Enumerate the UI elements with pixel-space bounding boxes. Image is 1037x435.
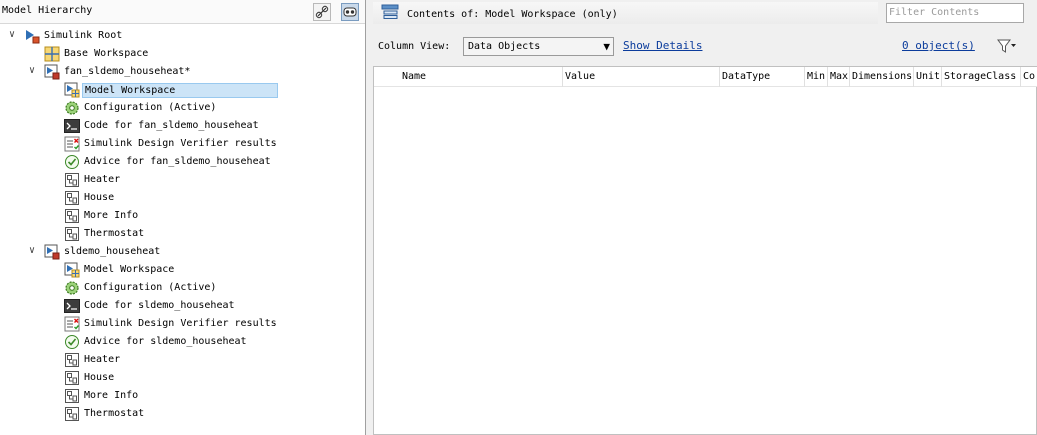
tree-node[interactable]: Thermostat xyxy=(0,225,365,243)
tree-node-label: Thermostat xyxy=(84,228,145,239)
model-icon xyxy=(44,64,60,80)
advice-icon xyxy=(64,334,80,350)
column-header[interactable]: Co xyxy=(1021,67,1037,87)
tree-node[interactable]: ∨ Simulink Root xyxy=(0,27,365,45)
tree-node-label: Configuration (Active) xyxy=(84,282,217,293)
tree-node[interactable]: ∨ sldemo_househeat xyxy=(0,243,365,261)
tree-node[interactable]: More Info xyxy=(0,387,365,405)
column-header[interactable]: Max xyxy=(828,67,850,87)
column-header[interactable]: DataType xyxy=(720,67,805,87)
tree-node[interactable]: Advice for sldemo_househeat xyxy=(0,333,365,351)
tree-node-label: Model Workspace xyxy=(82,83,278,98)
expand-chevron-icon[interactable]: ∨ xyxy=(6,29,18,41)
subsystem-icon xyxy=(64,352,80,368)
subsystem-icon xyxy=(64,226,80,242)
tree-node[interactable]: House xyxy=(0,189,365,207)
tree-node-label: Code for sldemo_househeat xyxy=(84,300,235,311)
model-tree: ∨ Simulink Root Base Workspace ∨ fan_sldemo_… xyxy=(0,27,365,423)
tree-node-label: Advice for sldemo_househeat xyxy=(84,336,247,347)
column-header[interactable]: Unit xyxy=(914,67,942,87)
model-workspace-icon xyxy=(64,82,80,98)
tree-node-label: Advice for fan_sldemo_househeat xyxy=(84,156,271,167)
model-hierarchy-title: Model Hierarchy xyxy=(2,5,93,16)
tree-node-label: More Info xyxy=(84,390,139,401)
contents-pane: Contents of: Model Workspace (only) Filt… xyxy=(367,0,1037,435)
column-view-value: Data Objects xyxy=(468,41,541,52)
subsystem-icon xyxy=(64,370,80,386)
tree-node[interactable]: Heater xyxy=(0,351,365,369)
tree-node-label: fan_sldemo_househeat* xyxy=(64,66,191,77)
tree-node[interactable]: Model Workspace xyxy=(0,81,365,99)
tree-node[interactable]: More Info xyxy=(0,207,365,225)
tree-node-label: Thermostat xyxy=(84,408,145,419)
show-details-link[interactable]: Show Details xyxy=(623,39,702,52)
dropdown-arrow-icon: ▼ xyxy=(603,40,610,53)
tree-node-label: Heater xyxy=(84,174,121,185)
tree-node[interactable]: Code for sldemo_househeat xyxy=(0,297,365,315)
tree-node[interactable]: Thermostat xyxy=(0,405,365,423)
show-masked-icon[interactable] xyxy=(341,3,359,21)
advice-icon xyxy=(64,154,80,170)
subsystem-icon xyxy=(64,388,80,404)
expand-chevron-icon[interactable]: ∨ xyxy=(26,245,38,257)
tree-node[interactable]: Advice for fan_sldemo_househeat xyxy=(0,153,365,171)
model-hierarchy-pane: Model Hierarchy ∨ Simulink Root Base Works… xyxy=(0,0,366,435)
tree-node-label: Simulink Design Verifier results xyxy=(84,138,277,149)
tree-node[interactable]: Model Workspace xyxy=(0,261,365,279)
simulink-root-icon xyxy=(24,28,40,44)
tree-node-label: Simulink Design Verifier results xyxy=(84,318,277,329)
subsystem-icon xyxy=(64,406,80,422)
tree-node-label: House xyxy=(84,192,115,203)
contents-icon xyxy=(381,4,399,23)
tree-node-label: sldemo_househeat xyxy=(64,246,161,257)
column-header[interactable]: Dimensions xyxy=(850,67,914,87)
tree-node[interactable]: Simulink Design Verifier results xyxy=(0,135,365,153)
subsystem-icon xyxy=(64,172,80,188)
tree-node[interactable]: Configuration (Active) xyxy=(0,279,365,297)
model-hierarchy-header: Model Hierarchy xyxy=(0,0,365,24)
tree-node[interactable]: House xyxy=(0,369,365,387)
code-icon xyxy=(64,298,80,314)
tree-node-label: Heater xyxy=(84,354,121,365)
verifier-icon xyxy=(64,136,80,152)
tree-node-label: House xyxy=(84,372,115,383)
tree-node[interactable]: Code for fan_sldemo_househeat xyxy=(0,117,365,135)
tree-node[interactable]: Configuration (Active) xyxy=(0,99,365,117)
subsystem-icon xyxy=(64,208,80,224)
subsystem-icon xyxy=(64,190,80,206)
tree-node-label: Configuration (Active) xyxy=(84,102,217,113)
model-icon xyxy=(44,244,60,260)
tree-node[interactable]: Base Workspace xyxy=(0,45,365,63)
filter-contents-input[interactable]: Filter Contents xyxy=(886,3,1024,23)
column-header[interactable]: Name xyxy=(400,67,563,87)
configuration-icon xyxy=(64,100,80,116)
code-icon xyxy=(64,118,80,134)
contents-title: Contents of: Model Workspace (only) xyxy=(407,9,618,20)
tree-node[interactable]: ∨ fan_sldemo_househeat* xyxy=(0,63,365,81)
column-view-select[interactable]: Data Objects ▼ xyxy=(463,37,614,56)
expand-chevron-icon[interactable]: ∨ xyxy=(26,65,38,77)
filter-icon[interactable] xyxy=(997,38,1017,57)
object-count-link[interactable]: 0 object(s) xyxy=(902,39,975,52)
model-workspace-icon xyxy=(64,262,80,278)
tree-node[interactable]: Heater xyxy=(0,171,365,189)
column-view-label: Column View: xyxy=(378,41,451,52)
contents-table: Name Value DataType Min Max Dimensions Unit Sto… xyxy=(373,66,1037,435)
tree-node-label: Base Workspace xyxy=(64,48,149,59)
configuration-icon xyxy=(64,280,80,296)
verifier-icon xyxy=(64,316,80,332)
tree-node-label: More Info xyxy=(84,210,139,221)
tree-node-label: Model Workspace xyxy=(84,264,175,275)
tree-node[interactable]: Simulink Design Verifier results xyxy=(0,315,365,333)
workspace-icon xyxy=(44,46,60,62)
contents-table-header: Name Value DataType Min Max Dimensions Unit Sto… xyxy=(374,67,1037,87)
column-header[interactable]: StorageClass xyxy=(942,67,1021,87)
link-icon[interactable] xyxy=(313,3,331,21)
tree-node-label: Simulink Root xyxy=(44,30,123,41)
column-header[interactable]: Min xyxy=(805,67,828,87)
tree-node-label: Code for fan_sldemo_househeat xyxy=(84,120,259,131)
column-header[interactable]: Value xyxy=(563,67,720,87)
